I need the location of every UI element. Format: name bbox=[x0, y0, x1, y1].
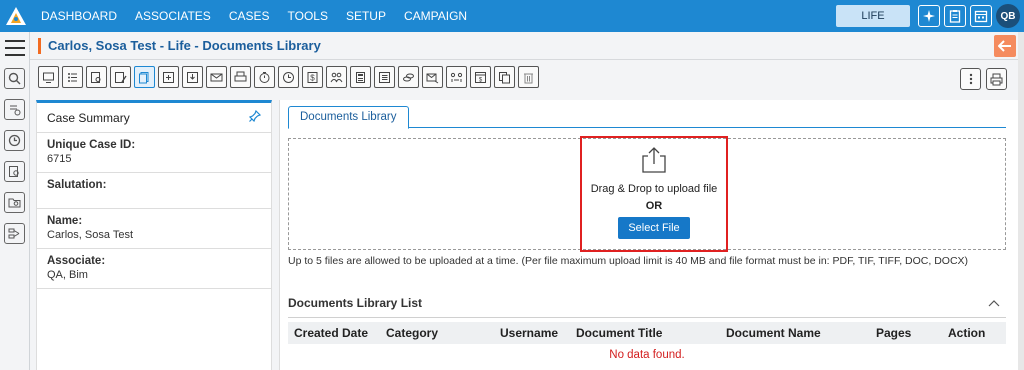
title-accent-bar bbox=[38, 37, 41, 54]
nav-tools[interactable]: TOOLS bbox=[279, 0, 337, 32]
nav-dashboard[interactable]: DASHBOARD bbox=[32, 0, 126, 32]
timer-icon[interactable] bbox=[254, 66, 275, 88]
field-label: Name: bbox=[47, 215, 83, 227]
add-doc-icon[interactable] bbox=[158, 66, 179, 88]
more-options-icon[interactable] bbox=[960, 68, 981, 90]
search-icon[interactable] bbox=[4, 68, 25, 89]
field-value: 6715 bbox=[47, 153, 72, 165]
column-header[interactable]: Category bbox=[380, 322, 494, 344]
calendar-icon[interactable] bbox=[970, 5, 992, 27]
monitor-icon[interactable] bbox=[38, 66, 59, 88]
edit-doc-icon[interactable] bbox=[110, 66, 131, 88]
field-label: Unique Case ID: bbox=[47, 139, 136, 151]
hamburger-menu-icon[interactable] bbox=[5, 40, 25, 56]
page-header: Carlos, Sosa Test - Life - Documents Lib… bbox=[30, 32, 1024, 60]
user-avatar[interactable]: QB bbox=[996, 4, 1020, 28]
column-header[interactable]: Username bbox=[494, 322, 570, 344]
upload-dropzone[interactable]: Drag & Drop to upload file OR Select Fil… bbox=[288, 136, 1006, 252]
folder-search-icon[interactable] bbox=[4, 192, 25, 213]
nav-campaign[interactable]: CAMPAIGN bbox=[395, 0, 476, 32]
documents-list-title: Documents Library List bbox=[288, 295, 423, 310]
back-arrow-button[interactable] bbox=[994, 35, 1016, 57]
column-header[interactable]: Action bbox=[942, 322, 1006, 344]
transfer-icon[interactable] bbox=[446, 66, 467, 88]
field-name: Name: Carlos, Sosa Test bbox=[37, 209, 271, 249]
column-header[interactable]: Document Name bbox=[720, 322, 870, 344]
mail-send-icon[interactable] bbox=[422, 66, 443, 88]
documents-table: Created Date Category Username Document … bbox=[288, 322, 1006, 366]
people-icon[interactable] bbox=[326, 66, 347, 88]
documents-panel: Documents Library Drag & Drop to upload … bbox=[279, 100, 1024, 370]
select-file-button[interactable]: Select File bbox=[618, 217, 690, 239]
or-text: OR bbox=[645, 200, 663, 212]
email-icon[interactable] bbox=[206, 66, 227, 88]
empty-message: No data found. bbox=[609, 349, 685, 361]
case-summary-heading: Case Summary bbox=[47, 110, 130, 125]
column-header[interactable]: Document Title bbox=[570, 322, 720, 344]
coins-icon[interactable] bbox=[398, 66, 419, 88]
search-document-icon[interactable] bbox=[4, 161, 25, 182]
app-logo[interactable] bbox=[0, 0, 32, 32]
upload-hint: Up to 5 files are allowed to be uploaded… bbox=[288, 255, 969, 267]
clipboard-icon[interactable] bbox=[944, 5, 966, 27]
checklist-icon[interactable] bbox=[374, 66, 395, 88]
field-value bbox=[47, 193, 261, 206]
svg-text:$: $ bbox=[310, 73, 315, 82]
sparkle-icon[interactable] bbox=[918, 5, 940, 27]
history-icon[interactable] bbox=[4, 130, 25, 151]
product-selector[interactable]: LIFE bbox=[836, 5, 910, 27]
print-icon[interactable] bbox=[230, 66, 251, 88]
left-sidebar bbox=[0, 32, 30, 370]
field-label: Salutation: bbox=[47, 179, 107, 191]
add-document-icon[interactable] bbox=[4, 99, 25, 120]
upload-icon bbox=[639, 146, 669, 177]
dollar-icon[interactable]: $ bbox=[302, 66, 323, 88]
page-title: Carlos, Sosa Test - Life - Documents Lib… bbox=[48, 38, 321, 53]
workflow-icon[interactable] bbox=[4, 223, 25, 244]
upload-highlight-box: Drag & Drop to upload file OR Select Fil… bbox=[580, 136, 728, 252]
page-scrollbar[interactable] bbox=[1018, 32, 1024, 370]
documents-list-header: Documents Library List bbox=[288, 288, 1006, 318]
top-nav-bar: DASHBOARD ASSOCIATES CASES TOOLS SETUP C… bbox=[0, 0, 1024, 32]
calculator-icon[interactable] bbox=[350, 66, 371, 88]
field-salutation: Salutation: bbox=[37, 173, 271, 209]
nav-setup[interactable]: SETUP bbox=[337, 0, 395, 32]
action-toolbar: $ $ bbox=[38, 66, 539, 90]
column-header[interactable]: Created Date bbox=[288, 322, 380, 344]
nav-cases[interactable]: CASES bbox=[220, 0, 279, 32]
print-preview-icon[interactable] bbox=[986, 68, 1007, 90]
table-header-row: Created Date Category Username Document … bbox=[288, 322, 1006, 344]
table-row: No data found. bbox=[288, 344, 1006, 366]
tab-documents-library[interactable]: Documents Library bbox=[288, 106, 409, 129]
download-icon[interactable] bbox=[182, 66, 203, 88]
field-label: Associate: bbox=[47, 255, 106, 267]
search-doc-icon[interactable] bbox=[86, 66, 107, 88]
main-nav: DASHBOARD ASSOCIATES CASES TOOLS SETUP C… bbox=[32, 0, 476, 32]
nav-associates[interactable]: ASSOCIATES bbox=[126, 0, 220, 32]
copy-icon[interactable] bbox=[494, 66, 515, 88]
field-unique-case-id: Unique Case ID: 6715 bbox=[37, 133, 271, 173]
clock-icon[interactable] bbox=[278, 66, 299, 88]
documents-icon[interactable] bbox=[134, 66, 155, 88]
field-value: Carlos, Sosa Test bbox=[47, 229, 134, 241]
column-header[interactable]: Pages bbox=[870, 322, 942, 344]
pin-icon[interactable] bbox=[248, 109, 262, 125]
list-icon[interactable] bbox=[62, 66, 83, 88]
field-value: QA, Bim bbox=[47, 269, 88, 281]
tab-bar: Documents Library bbox=[288, 106, 1006, 129]
chevron-up-icon[interactable] bbox=[988, 296, 1000, 310]
case-summary-panel: Case Summary Unique Case ID: 6715 Saluta… bbox=[36, 100, 272, 370]
field-associate: Associate: QA, Bim bbox=[37, 249, 271, 289]
trash-icon[interactable] bbox=[518, 66, 539, 88]
invoice-icon[interactable]: $ bbox=[470, 66, 491, 88]
drag-drop-text: Drag & Drop to upload file bbox=[590, 183, 718, 195]
